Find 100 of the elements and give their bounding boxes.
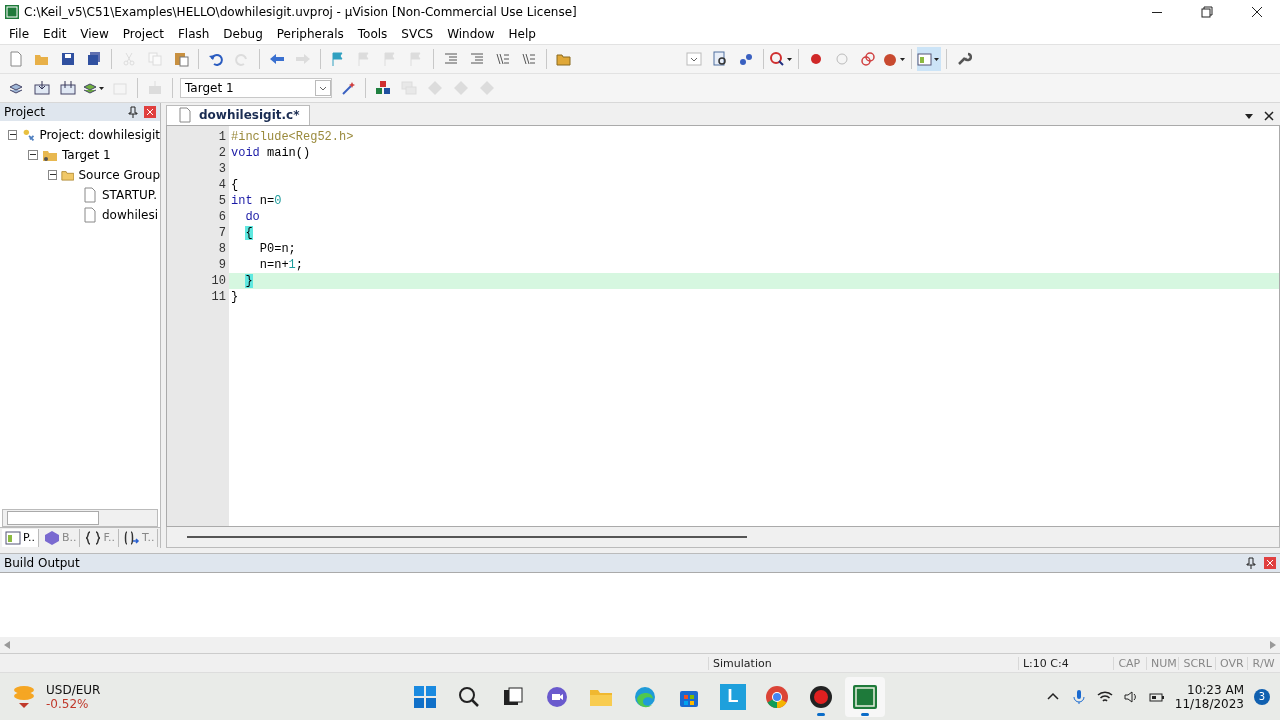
line-number: 1	[217, 128, 227, 145]
collapse-toggle[interactable]	[28, 149, 38, 160]
dropdown-icon	[315, 79, 331, 96]
components-icon	[375, 79, 391, 96]
file-icon	[82, 186, 98, 203]
collapse-toggle[interactable]	[48, 169, 57, 180]
menu-item[interactable]: SVCS	[394, 24, 441, 43]
wrench-icon	[956, 50, 972, 67]
flag-icon	[330, 50, 346, 67]
editor-tab[interactable]: dowhilesigit.c*	[166, 104, 311, 125]
status-indicator: OVR	[1214, 656, 1248, 670]
line-number: 8	[217, 240, 227, 257]
scroll-right-icon	[1270, 641, 1276, 650]
menu-item[interactable]: Peripherals	[269, 24, 351, 43]
indent-icon	[469, 50, 485, 67]
menu-item[interactable]: Help	[501, 24, 543, 43]
clock[interactable]: 10:23 AM 11/18/2023	[1174, 682, 1244, 711]
collapse-toggle[interactable]	[8, 129, 18, 140]
tree-item[interactable]: Source Group	[78, 167, 160, 182]
menu-item[interactable]: Project	[115, 24, 171, 43]
widget-title: USD/EUR	[46, 682, 101, 697]
tree-item[interactable]: dowhilesi	[102, 207, 158, 222]
tree-item[interactable]: STARTUP.	[102, 187, 157, 202]
minimize-icon	[1152, 11, 1162, 13]
braces-icon	[85, 530, 102, 546]
scrollbar[interactable]	[166, 527, 1280, 548]
line-number: 10	[210, 272, 227, 289]
tree-item[interactable]: Target 1	[62, 147, 111, 162]
file-icon	[82, 206, 98, 223]
window-layout-icon	[917, 50, 941, 67]
pane-title: Project	[4, 104, 46, 119]
restore-icon	[1199, 4, 1215, 20]
browser-icon	[633, 684, 657, 709]
find-file-icon	[712, 50, 728, 67]
line-number: 3	[217, 160, 227, 177]
menu-item[interactable]: Flash	[170, 24, 217, 43]
menu-item[interactable]: Window	[440, 24, 502, 43]
menu-item[interactable]: Tools	[350, 24, 395, 43]
widget-change: -0.52%	[46, 696, 90, 711]
search-icon	[457, 684, 481, 709]
load-icon	[147, 79, 163, 96]
diamond-icon	[453, 79, 469, 96]
menu-item[interactable]: View	[73, 24, 116, 43]
record-icon	[809, 684, 833, 709]
line-number: 5	[217, 192, 227, 209]
project-tab-icon	[5, 530, 21, 546]
status-indicator: SCRL	[1178, 656, 1215, 670]
menu-item[interactable]: Edit	[36, 24, 74, 43]
dropdown-icon	[686, 50, 702, 67]
video-chat-icon	[545, 684, 569, 709]
menu-item[interactable]: Debug	[216, 24, 270, 43]
close-icon	[1264, 557, 1276, 569]
line-number: 4	[217, 176, 227, 193]
circles-icon	[860, 50, 876, 67]
status-text: L:10 C:4	[1017, 656, 1114, 670]
build-icon	[34, 79, 50, 96]
pane-title: Build Output	[4, 556, 80, 570]
close-icon	[1249, 4, 1265, 20]
status-indicator: NUM	[1145, 656, 1179, 670]
debug-magnifier-icon	[769, 50, 793, 67]
status-indicator: CAP	[1113, 656, 1146, 670]
save-icon	[60, 50, 76, 67]
cut-icon	[121, 50, 137, 67]
copy-icon	[147, 50, 163, 67]
scrollbar[interactable]	[0, 637, 1280, 654]
close-icon	[144, 105, 156, 118]
windows-icon	[413, 684, 437, 709]
line-number: 7	[217, 224, 227, 241]
new-file-icon	[8, 50, 24, 67]
menu-item[interactable]: File	[2, 24, 37, 43]
pin-icon	[128, 105, 138, 118]
microphone-icon	[1070, 688, 1087, 705]
tree-item[interactable]: Project: dowhilesigit	[39, 127, 160, 142]
target-select[interactable]: Target 1	[180, 77, 332, 98]
line-number: 2	[217, 144, 227, 161]
line-number: 9	[217, 256, 227, 273]
close-icon	[1264, 110, 1274, 121]
chrome-icon	[765, 684, 789, 709]
empty-circle-icon	[834, 50, 850, 67]
app-icon	[4, 4, 20, 20]
scrollbar[interactable]	[2, 509, 158, 527]
speaker-icon	[1122, 688, 1139, 705]
pin-icon	[1246, 557, 1256, 569]
status-indicator: R/W	[1247, 656, 1280, 670]
diamond-icon	[427, 79, 443, 96]
books-icon	[43, 530, 60, 546]
paste-icon	[173, 50, 189, 67]
scroll-left-icon	[4, 641, 10, 650]
notification-badge[interactable]: 3	[1254, 688, 1270, 705]
pane-tab[interactable]: P..	[2, 529, 39, 547]
toolbar-button[interactable]	[917, 46, 941, 71]
app-tile: L	[720, 683, 746, 710]
window-title: C:\Keil_v5\C51\Examples\HELLO\dowhilesigit.uvproj - µVision [Non-Commercial Use License]	[24, 5, 578, 19]
template-icon	[124, 530, 141, 546]
status-text: Simulation	[708, 656, 886, 670]
line-number: 6	[217, 208, 227, 225]
diamond-icon	[479, 79, 495, 96]
file-icon	[177, 107, 193, 124]
line-number: 11	[210, 288, 227, 305]
indent-icon	[443, 50, 459, 67]
